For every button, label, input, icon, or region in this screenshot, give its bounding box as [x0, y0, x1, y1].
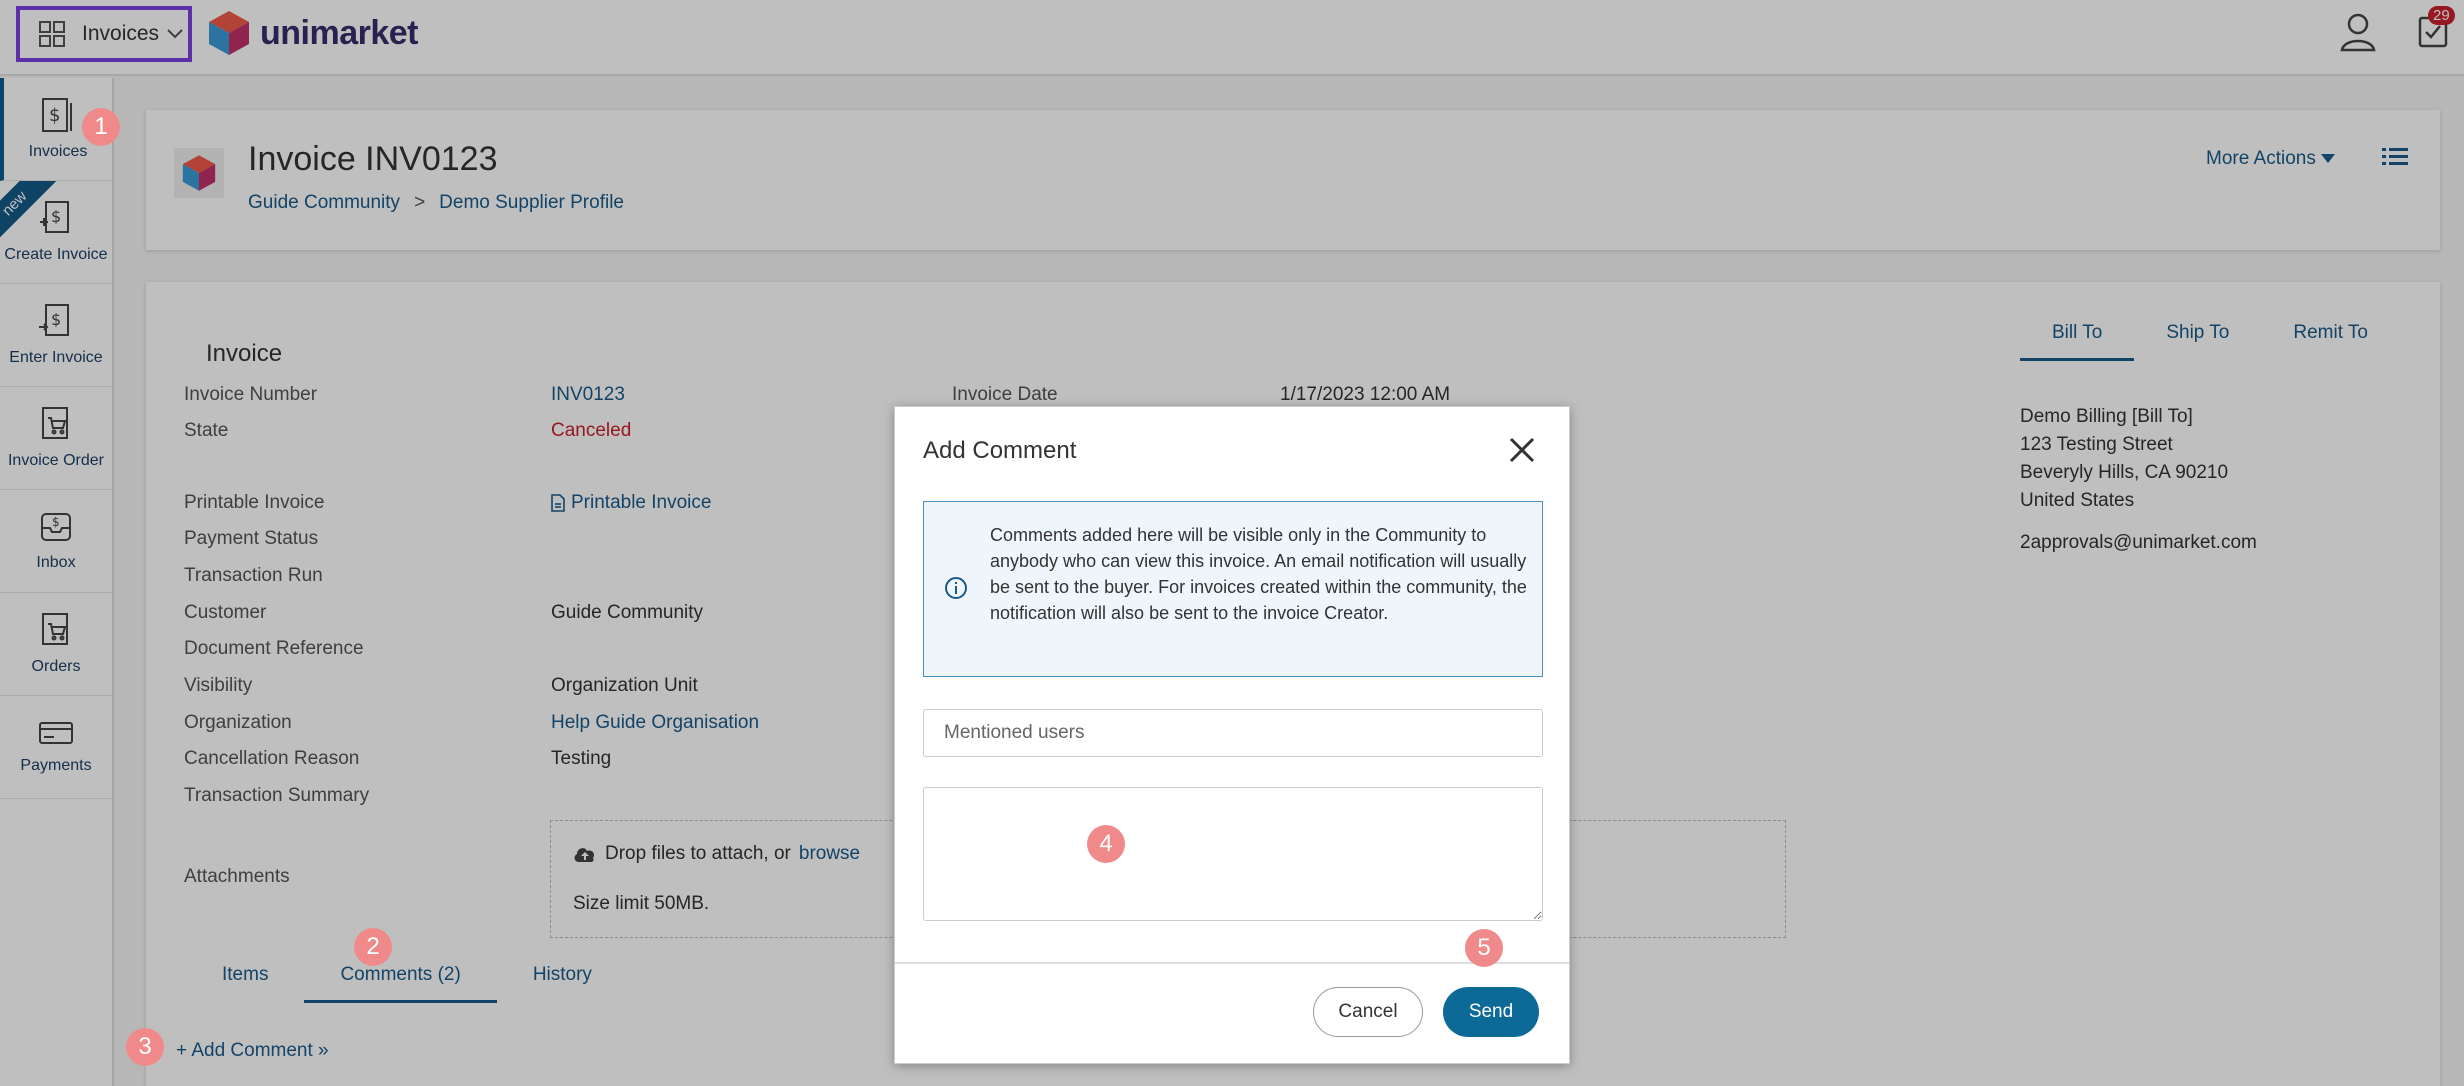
comment-textarea[interactable] [923, 787, 1543, 921]
send-button[interactable]: Send [1443, 987, 1539, 1037]
step-marker: 1 [82, 108, 120, 146]
step-marker: 2 [354, 928, 392, 966]
dialog-divider [895, 962, 1569, 964]
mentioned-users-input[interactable] [923, 709, 1543, 757]
info-icon [945, 577, 967, 599]
step-marker: 5 [1465, 929, 1503, 967]
step-marker: 4 [1087, 825, 1125, 863]
close-icon[interactable] [1509, 437, 1535, 463]
info-text: Comments added here will be visible only… [990, 525, 1527, 623]
step-marker: 3 [126, 1028, 164, 1066]
info-notice: Comments added here will be visible only… [923, 501, 1543, 677]
dialog-title: Add Comment [923, 437, 1077, 464]
add-comment-dialog: Add Comment Comments added here will be … [894, 406, 1570, 1064]
cancel-button[interactable]: Cancel [1313, 987, 1423, 1037]
